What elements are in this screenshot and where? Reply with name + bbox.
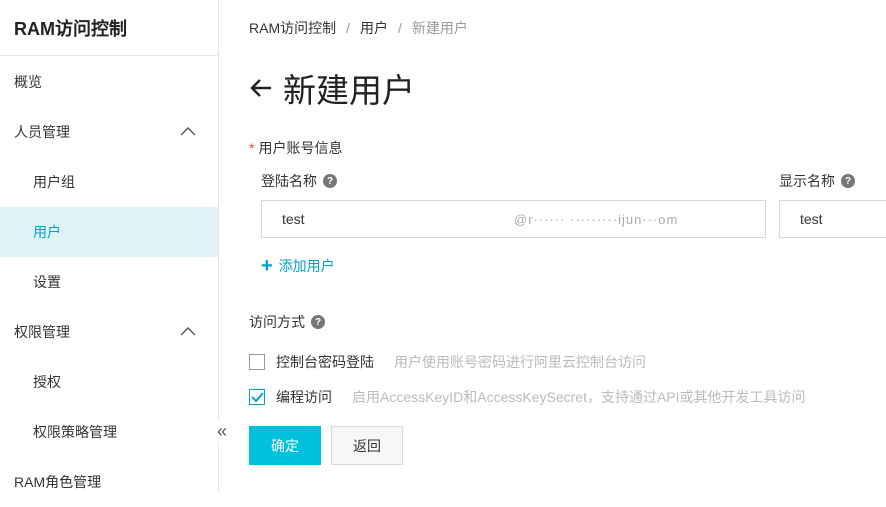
main-content: RAM访问控制 / 用户 / 新建用户 新建用户 * 用户账号信息 登陆名称 ? … bbox=[219, 0, 886, 492]
console-access-option: 控制台密码登陆 用户使用账号密码进行阿里云控制台访问 bbox=[249, 352, 646, 372]
sidebar-item-policy-management[interactable]: 权限策略管理 bbox=[0, 407, 218, 457]
programmatic-access-option: 编程访问 启用AccessKeyID和AccessKeySecret，支持通过A… bbox=[249, 387, 806, 407]
console-access-description: 用户使用账号密码进行阿里云控制台访问 bbox=[394, 354, 646, 370]
sidebar-title: RAM访问控制 bbox=[0, 0, 218, 56]
sidebar-item-ram-roles[interactable]: RAM角色管理 bbox=[0, 457, 218, 507]
access-method-label: 访问方式 ? bbox=[249, 312, 325, 332]
console-access-checkbox[interactable] bbox=[249, 354, 265, 370]
sidebar: RAM访问控制 概览 人员管理 用户组 用户 设置 权限管理 授权 权限策略管理… bbox=[0, 0, 219, 492]
add-user-label: 添加用户 bbox=[278, 258, 335, 274]
display-name-input[interactable]: test bbox=[779, 200, 886, 238]
login-name-value: test bbox=[282, 211, 305, 227]
display-name-value: test bbox=[800, 211, 823, 227]
breadcrumb-users[interactable]: 用户 bbox=[360, 18, 388, 38]
sidebar-item-label: 概览 bbox=[14, 74, 42, 90]
login-name-input[interactable]: test @r······ ·········ijun···om bbox=[261, 200, 766, 238]
display-name-label-text: 显示名称 bbox=[779, 173, 835, 189]
back-button[interactable]: 返回 bbox=[331, 426, 403, 465]
sidebar-item-label: 授权 bbox=[33, 374, 61, 390]
plus-icon: + bbox=[261, 255, 273, 277]
sidebar-item-overview[interactable]: 概览 bbox=[0, 57, 218, 107]
breadcrumb-separator: / bbox=[398, 20, 402, 36]
breadcrumb-ram[interactable]: RAM访问控制 bbox=[249, 18, 336, 38]
confirm-button[interactable]: 确定 bbox=[249, 426, 321, 465]
login-name-label: 登陆名称 ? bbox=[261, 171, 337, 191]
sidebar-item-users[interactable]: 用户 bbox=[0, 207, 218, 257]
login-domain-suffix: @r······ ·········ijun···om bbox=[514, 212, 679, 227]
sidebar-item-label: RAM角色管理 bbox=[14, 474, 102, 490]
sidebar-item-permission-management[interactable]: 权限管理 bbox=[0, 307, 218, 357]
help-icon[interactable]: ? bbox=[841, 174, 855, 188]
sidebar-item-settings[interactable]: 设置 bbox=[0, 257, 218, 307]
breadcrumb-separator: / bbox=[346, 20, 351, 36]
display-name-label: 显示名称 ? bbox=[779, 171, 855, 191]
sidebar-item-label: 用户 bbox=[33, 224, 61, 240]
help-icon[interactable]: ? bbox=[323, 174, 337, 188]
sidebar-item-label: 用户组 bbox=[33, 174, 75, 190]
console-access-label: 控制台密码登陆 bbox=[276, 354, 374, 370]
programmatic-access-label: 编程访问 bbox=[276, 389, 332, 405]
breadcrumb-current: 新建用户 bbox=[411, 20, 468, 36]
programmatic-access-checkbox[interactable] bbox=[249, 389, 265, 405]
sidebar-item-label: 权限策略管理 bbox=[33, 424, 117, 440]
page-title: 新建用户 bbox=[283, 72, 415, 109]
sidebar-item-label: 人员管理 bbox=[14, 124, 70, 140]
breadcrumb: RAM访问控制 / 用户 / 新建用户 bbox=[249, 18, 468, 38]
sidebar-item-user-groups[interactable]: 用户组 bbox=[0, 157, 218, 207]
sidebar-item-people-management[interactable]: 人员管理 bbox=[0, 107, 218, 157]
login-name-label-text: 登陆名称 bbox=[261, 173, 317, 189]
add-user-link[interactable]: + 添加用户 bbox=[261, 256, 335, 276]
access-method-label-text: 访问方式 bbox=[249, 314, 305, 330]
section-label: 用户账号信息 bbox=[258, 140, 343, 156]
help-icon[interactable]: ? bbox=[311, 315, 325, 329]
programmatic-access-description: 启用AccessKeyID和AccessKeySecret，支持通过API或其他… bbox=[352, 389, 806, 405]
chevron-up-icon bbox=[180, 327, 196, 336]
checkmark-icon bbox=[251, 392, 264, 403]
page-header: 新建用户 bbox=[249, 64, 415, 112]
required-mark: * bbox=[249, 140, 255, 156]
chevron-up-icon bbox=[180, 127, 196, 136]
account-info-section-label: * 用户账号信息 bbox=[249, 138, 342, 158]
sidebar-item-label: 权限管理 bbox=[14, 324, 70, 340]
sidebar-item-authorization[interactable]: 授权 bbox=[0, 357, 218, 407]
sidebar-item-label: 设置 bbox=[33, 274, 61, 290]
back-arrow-icon[interactable] bbox=[249, 76, 273, 100]
